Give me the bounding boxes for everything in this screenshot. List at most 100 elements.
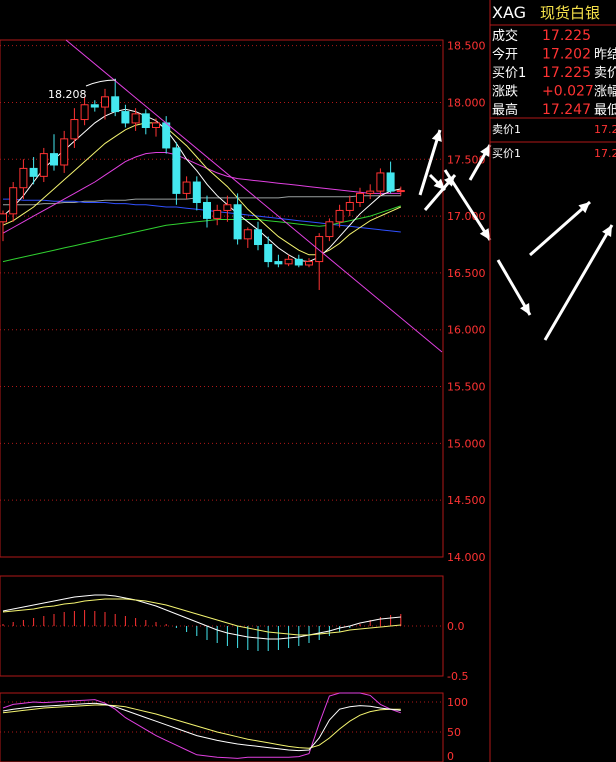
- price-candles: [0, 78, 405, 290]
- candle-body: [203, 201, 211, 219]
- candle-body: [121, 111, 130, 124]
- price-tick-label: 17.000: [447, 210, 486, 223]
- kdj-panel[interactable]: 100 50 0: [0, 692, 468, 762]
- candle-body: [386, 172, 395, 192]
- candle-body: [254, 229, 262, 246]
- candle-body: [396, 190, 405, 193]
- candle-body: [141, 113, 150, 128]
- price-grid: [0, 39, 444, 558]
- kdj-k-line: [2, 702, 401, 752]
- candle-body: [356, 192, 364, 203]
- quote-side-panel: XAG 现货白银 成交 17.225今开 17.202 昨结买价1 17.225 卖价涨跌…: [489, 0, 616, 762]
- candle-body: [111, 96, 120, 113]
- candle-body: [223, 204, 232, 211]
- candle-body: [284, 258, 293, 265]
- quote-row-extra: 涨幅: [594, 85, 616, 100]
- candle-body: [345, 201, 354, 211]
- price-tick-label: 14.500: [447, 494, 486, 507]
- quote-row-extra: 昨结: [594, 48, 616, 63]
- candle-body: [366, 190, 375, 194]
- quote-row-extra: 卖价: [594, 66, 616, 81]
- bid-value: 17.2: [594, 147, 616, 160]
- candle-body: [60, 138, 69, 166]
- candle-body: [274, 261, 283, 265]
- symbol-code: XAG: [492, 3, 526, 22]
- ma-white-line: [2, 108, 401, 263]
- macd-axis-ticks: 0.0 -0.5: [447, 620, 468, 683]
- candle-body: [70, 119, 79, 140]
- price-tick-label: 14.000: [447, 551, 486, 564]
- ask-value: 17.2: [594, 123, 616, 136]
- kdj-panel-frame: [0, 692, 444, 762]
- high-annotation-leader: [85, 79, 117, 87]
- candle-body: [243, 229, 252, 240]
- quote-rows: 成交 17.225今开 17.202 昨结买价1 17.225 卖价涨跌 +0.027 涨幅最…: [492, 28, 616, 118]
- quote-row-extra: 最低: [594, 103, 616, 118]
- macd-panel[interactable]: 0.0 -0.5: [0, 575, 468, 683]
- kdj-tick-label: 50: [447, 726, 461, 739]
- quote-row-label: 买价1: [492, 66, 526, 81]
- candle-body: [305, 261, 313, 266]
- macd-dif-line: [2, 594, 401, 640]
- quote-row-value: 17.247: [542, 102, 591, 118]
- quote-row-value: +0.027: [542, 84, 594, 100]
- kdj-d-line: [2, 704, 401, 749]
- macd-tick-label: -0.5: [447, 670, 468, 683]
- candle-body: [315, 236, 324, 263]
- candle-body: [29, 167, 38, 177]
- price-panel-frame: [0, 39, 444, 558]
- candle-body: [162, 122, 171, 149]
- macd-tick-label: 0.0: [447, 620, 465, 633]
- quote-row-label: 今开: [492, 47, 518, 63]
- candle-body: [213, 209, 222, 219]
- symbol-name: 现货白银: [540, 4, 600, 22]
- candle-body: [233, 204, 242, 240]
- candle-body: [101, 96, 109, 108]
- macd-grid: [0, 575, 444, 677]
- candle-body: [50, 153, 58, 166]
- candle-body: [19, 167, 28, 189]
- price-tick-label: 16.500: [447, 267, 486, 280]
- candle-body: [325, 221, 334, 238]
- kdj-tick-label: 0: [447, 750, 454, 762]
- arrow-shaft: [529, 200, 591, 257]
- candle-body: [0, 213, 7, 223]
- candle-body: [152, 122, 160, 128]
- bid-label: 买价1: [492, 147, 521, 160]
- kdj-tick-label: 100: [447, 696, 468, 709]
- price-axis-ticks: 18.50018.00017.50017.00016.50016.00015.5…: [447, 40, 486, 564]
- macd-lines: [2, 594, 401, 640]
- candle-body: [172, 147, 181, 194]
- kdj-grid: [0, 692, 444, 762]
- candle-body: [376, 172, 385, 192]
- candle-body: [182, 181, 191, 194]
- price-tick-label: 18.500: [447, 40, 486, 53]
- kdj-lines: [2, 692, 401, 759]
- quote-row-value: 17.225: [542, 28, 591, 44]
- candle-body: [192, 181, 201, 203]
- price-tick-label: 15.000: [447, 437, 486, 450]
- candle-body: [294, 258, 303, 266]
- price-tick-label: 18.000: [447, 96, 486, 109]
- quote-row-value: 17.225: [542, 65, 591, 81]
- quote-row-label: 最高: [492, 102, 518, 118]
- quote-row-label: 涨跌: [492, 84, 518, 100]
- quote-row-label: 成交: [492, 28, 518, 44]
- kdj-j-line: [2, 692, 401, 759]
- moving-average-lines: [2, 108, 402, 263]
- arrow-shaft: [543, 224, 614, 341]
- candle-body: [9, 187, 18, 215]
- candle-body: [39, 153, 48, 177]
- macd-histogram: [2, 610, 402, 651]
- candle-body: [131, 113, 140, 124]
- quote-row-value: 17.202: [542, 47, 591, 63]
- high-price-annotation: 18.208: [48, 88, 87, 101]
- arrow-shaft: [443, 169, 492, 241]
- price-tick-label: 16.000: [447, 324, 486, 337]
- price-tick-label: 15.500: [447, 381, 486, 394]
- candle-body: [80, 104, 89, 121]
- silver-quote-chart: 18.50018.00017.50017.00016.50016.00015.5…: [0, 0, 616, 762]
- candle-body: [264, 244, 273, 263]
- macd-dea-line: [2, 598, 401, 636]
- candle-body: [90, 104, 99, 108]
